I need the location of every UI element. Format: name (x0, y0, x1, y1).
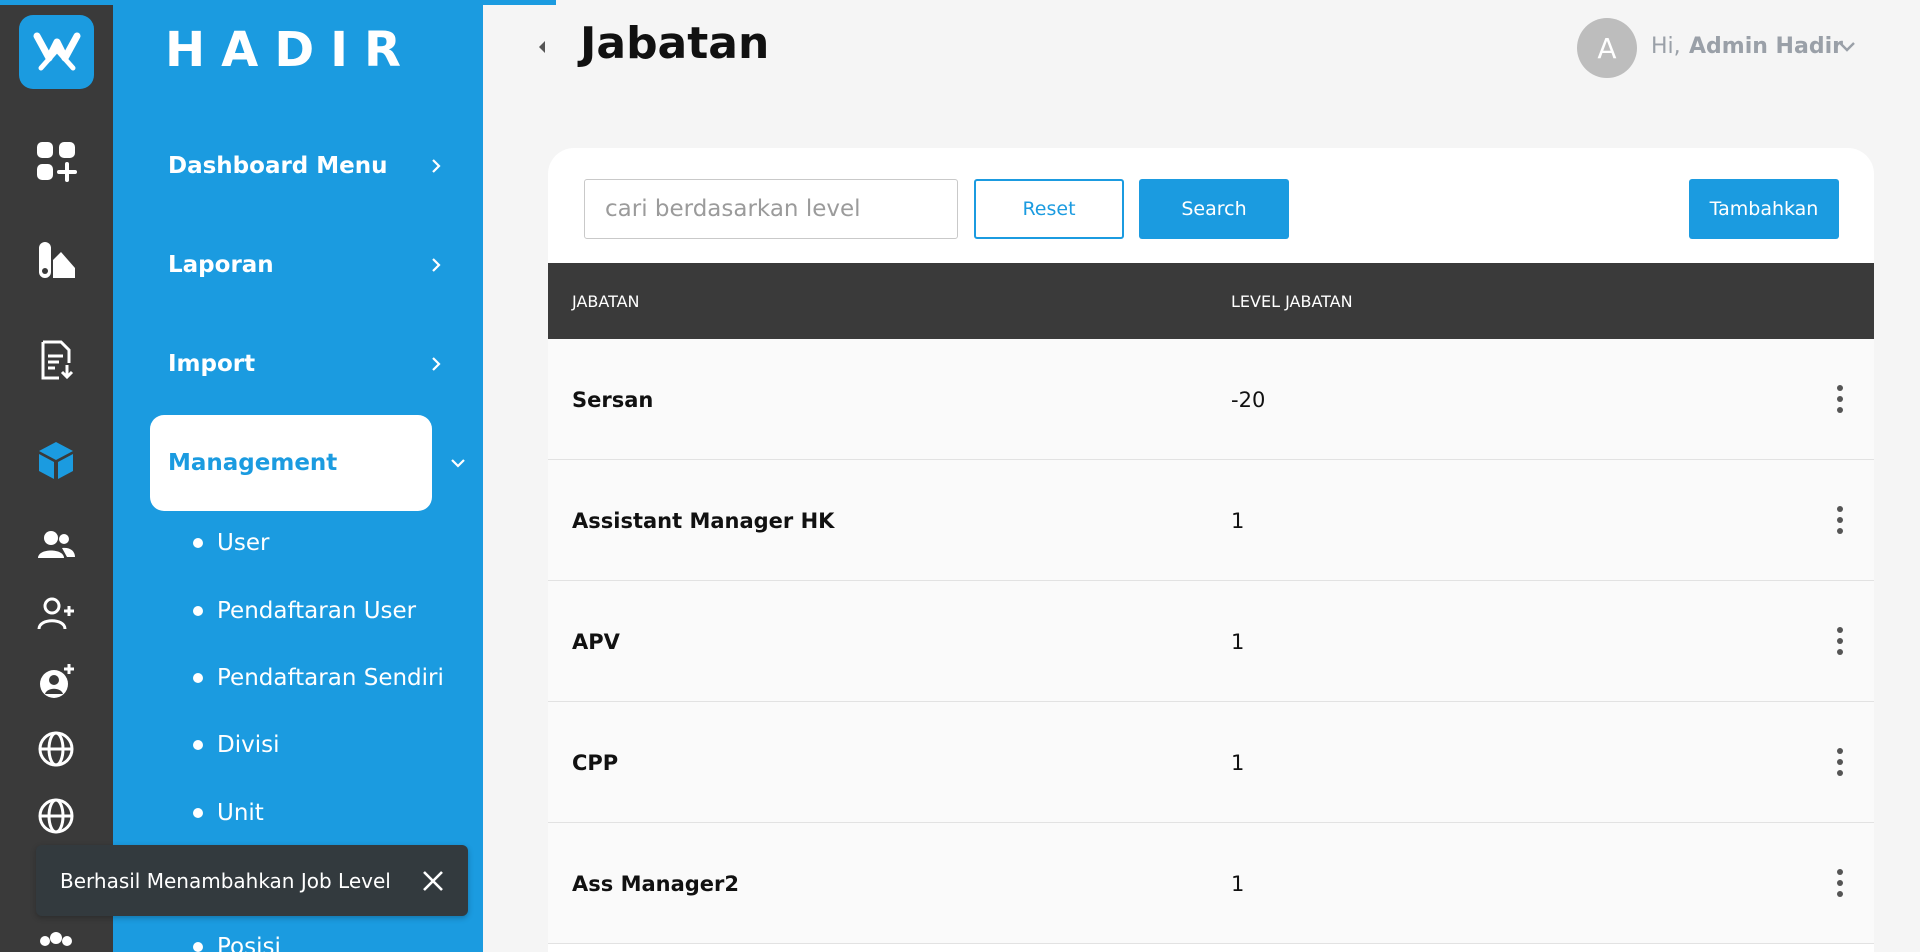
reset-button[interactable]: Reset (974, 179, 1124, 239)
row-actions-kebab-icon[interactable] (1830, 623, 1850, 659)
sidebar-item-label: Import (168, 351, 256, 377)
sidebar-item-label: Management (168, 450, 338, 476)
table-header: JABATAN LEVEL JABATAN (548, 263, 1874, 339)
table-row: Sersan -20 (548, 339, 1874, 460)
management-cube-icon[interactable] (32, 436, 80, 484)
cell-level: 1 (1231, 750, 1245, 775)
submenu-item-label: Posisi (217, 934, 281, 952)
submenu-item-pendaftaran-sendiri[interactable]: Pendaftaran Sendiri (193, 665, 444, 691)
page-loading-bar (0, 0, 556, 5)
team-icon[interactable] (32, 924, 80, 952)
logo-mark-icon (33, 32, 80, 71)
row-actions-kebab-icon[interactable] (1830, 865, 1850, 901)
cell-jabatan: CPP (572, 750, 619, 775)
submenu-item-label: Unit (217, 800, 264, 826)
table-row: Assistant Manager HK 1 (548, 460, 1874, 581)
cell-jabatan: Ass Manager2 (572, 871, 739, 896)
user-menu-name[interactable]: Admin Hadir (1689, 34, 1843, 59)
chevron-down-icon[interactable] (1838, 40, 1856, 54)
sidebar: HADIR Dashboard Menu Laporan Import Mana… (113, 0, 483, 952)
bullet-dot-icon (193, 538, 203, 548)
cell-jabatan: Assistant Manager HK (572, 508, 835, 533)
chevron-right-icon (426, 156, 446, 176)
icon-rail (0, 0, 113, 952)
caret-left-icon (539, 41, 545, 53)
submenu-item-user[interactable]: User (193, 530, 269, 556)
sidebar-item-label: Laporan (168, 252, 274, 278)
document-import-icon[interactable] (32, 336, 80, 384)
submenu-item-label: Divisi (217, 732, 280, 758)
chevron-right-icon (426, 255, 446, 275)
table-row: Ass Manager2 1 (548, 823, 1874, 944)
collapse-sidebar-button[interactable] (535, 38, 549, 56)
search-input[interactable] (584, 179, 958, 239)
brand-title: HADIR (165, 22, 417, 78)
cell-level: 1 (1231, 629, 1245, 654)
submenu-item-label: Pendaftaran Sendiri (217, 665, 444, 691)
submenu-item-pendaftaran-user[interactable]: Pendaftaran User (193, 598, 416, 624)
bullet-dot-icon (193, 606, 203, 616)
sidebar-item-import[interactable]: Import (150, 316, 441, 412)
sidebar-item-laporan[interactable]: Laporan (150, 217, 441, 313)
bullet-dot-icon (193, 808, 203, 818)
bullet-dot-icon (193, 673, 203, 683)
cell-level: -20 (1231, 387, 1266, 412)
submenu-item-unit[interactable]: Unit (193, 800, 264, 826)
cell-jabatan: APV (572, 629, 620, 654)
user-add-icon[interactable] (32, 590, 80, 638)
sidebar-item-dashboard-menu[interactable]: Dashboard Menu (150, 118, 441, 214)
sidebar-item-management[interactable]: Management (150, 415, 465, 511)
users-icon[interactable] (32, 522, 80, 570)
chevron-down-icon (448, 453, 468, 473)
table-row: APV 1 (548, 581, 1874, 702)
toast-notification: Berhasil Menambahkan Job Level (36, 845, 468, 916)
cell-level: 1 (1231, 871, 1245, 896)
bullet-dot-icon (193, 942, 203, 952)
search-button[interactable]: Search (1139, 179, 1289, 239)
page-title: Jabatan (580, 18, 770, 69)
row-actions-kebab-icon[interactable] (1830, 502, 1850, 538)
sidebar-item-label: Dashboard Menu (168, 153, 388, 179)
chevron-right-icon (426, 354, 446, 374)
bullet-dot-icon (193, 740, 203, 750)
submenu-item-divisi[interactable]: Divisi (193, 732, 279, 758)
row-actions-kebab-icon[interactable] (1830, 381, 1850, 417)
report-icon[interactable] (32, 237, 80, 285)
submenu-item-label: Pendaftaran User (217, 598, 417, 624)
column-header-jabatan: JABATAN (572, 291, 640, 311)
toast-message: Berhasil Menambahkan Job Level (60, 868, 391, 893)
submenu-item-posisi[interactable]: Posisi (193, 934, 281, 952)
globe-alt-icon[interactable] (32, 792, 80, 840)
column-header-level-jabatan: LEVEL JABATAN (1231, 291, 1353, 311)
cell-jabatan: Sersan (572, 387, 654, 412)
table-row: CPP 1 (548, 702, 1874, 823)
globe-icon[interactable] (32, 725, 80, 773)
cell-level: 1 (1231, 508, 1245, 533)
dashboard-add-icon[interactable] (32, 137, 80, 185)
close-icon[interactable] (420, 868, 446, 894)
row-actions-kebab-icon[interactable] (1830, 744, 1850, 780)
app-logo[interactable] (19, 15, 94, 89)
add-jabatan-button[interactable]: Tambahkan (1689, 179, 1839, 239)
user-gear-icon[interactable] (32, 658, 80, 706)
jabatan-card: Reset Search Tambahkan JABATAN LEVEL JAB… (548, 148, 1874, 952)
avatar[interactable]: A (1577, 18, 1637, 78)
submenu-item-label: User (217, 530, 270, 556)
greeting-text: Hi, (1651, 34, 1681, 59)
